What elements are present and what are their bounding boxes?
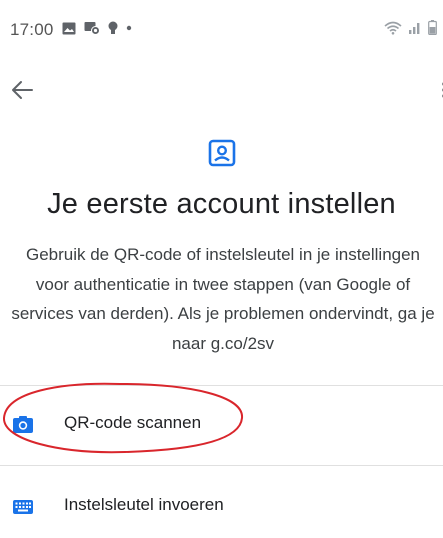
page-title: Je eerste account instellen bbox=[47, 188, 396, 220]
signal-icon bbox=[409, 22, 420, 34]
scan-qr-code-option[interactable]: QR-code scannen bbox=[0, 397, 443, 453]
battery-icon bbox=[428, 20, 437, 35]
screen-record-icon bbox=[84, 22, 100, 35]
enter-setup-key-option[interactable]: Instelsleutel invoeren bbox=[0, 479, 443, 535]
status-icons-left bbox=[62, 21, 132, 35]
status-icons-right bbox=[384, 20, 437, 35]
option-label: QR-code scannen bbox=[64, 413, 202, 432]
more-options-button[interactable] bbox=[435, 76, 443, 104]
bulb-icon bbox=[108, 21, 118, 34]
screen: 17:00 Je eerste account instellen Gebrui… bbox=[0, 0, 443, 538]
camera-icon bbox=[13, 416, 33, 433]
account-box-icon bbox=[208, 139, 236, 167]
back-button[interactable] bbox=[8, 76, 36, 104]
dot-icon bbox=[126, 25, 132, 31]
divider bbox=[0, 465, 443, 466]
option-label: Instelsleutel invoeren bbox=[64, 495, 224, 514]
divider bbox=[0, 385, 443, 386]
keyboard-icon bbox=[13, 500, 33, 514]
status-bar: 17:00 bbox=[0, 0, 443, 56]
more-vert-icon bbox=[442, 82, 443, 98]
header-icon-wrap bbox=[202, 133, 242, 173]
wifi-icon bbox=[384, 21, 402, 35]
description-text: Gebruik de QR-code of instelsleutel in j… bbox=[11, 245, 435, 353]
arrow-back-icon bbox=[12, 81, 33, 99]
status-time: 17:00 bbox=[10, 20, 54, 39]
gallery-icon bbox=[62, 22, 76, 34]
